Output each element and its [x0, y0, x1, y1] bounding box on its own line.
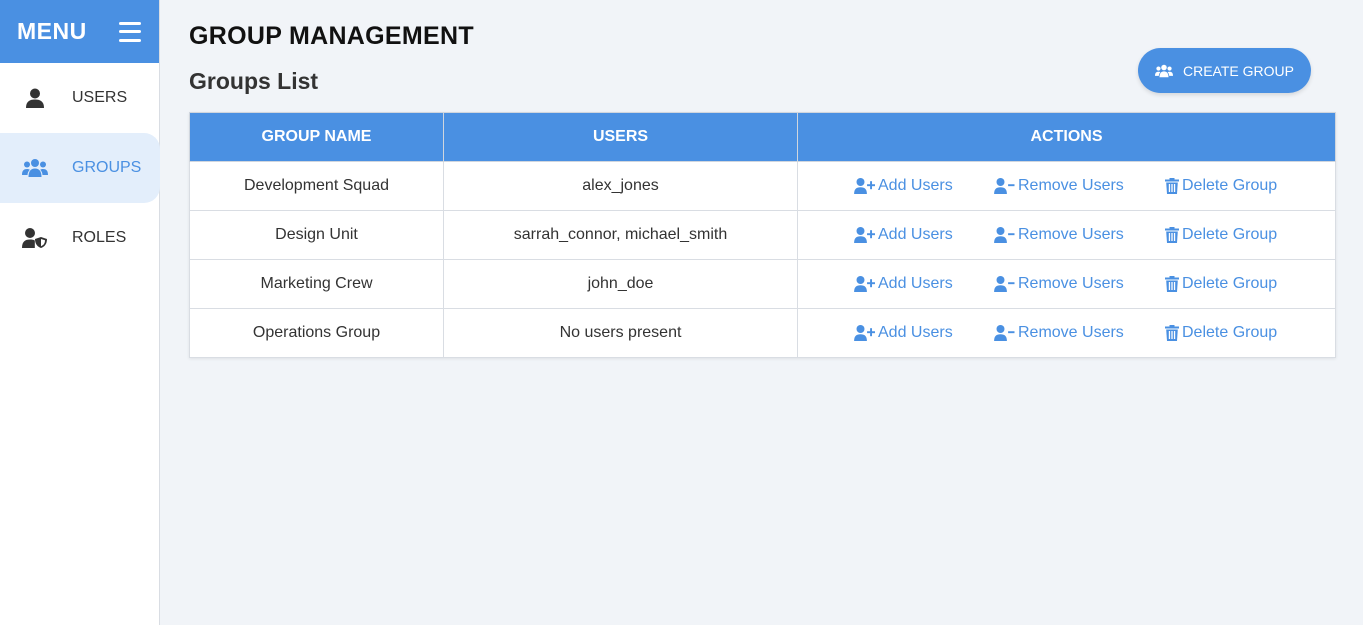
- remove-users-link[interactable]: Remove Users: [994, 275, 1165, 293]
- delete-group-link[interactable]: Delete Group: [1165, 226, 1277, 244]
- user-plus-icon: [854, 227, 875, 243]
- delete-group-label: Delete Group: [1182, 226, 1278, 243]
- actions-cell: Add Users Remove Users Delete Group: [797, 259, 1336, 309]
- user-shield-icon: [22, 227, 48, 249]
- add-users-label: Add Users: [878, 324, 953, 341]
- menu-header: MENU: [0, 0, 159, 63]
- group-users: sarrah_connor, michael_smith: [513, 226, 728, 243]
- sidebar-item-label: USERS: [72, 89, 128, 106]
- delete-group-link[interactable]: Delete Group: [1165, 275, 1277, 293]
- actions-cell: Add Users Remove Users Delete Group: [797, 161, 1336, 211]
- actions-cell: Add Users Remove Users Delete Group: [797, 308, 1336, 358]
- sidebar-item-users[interactable]: USERS: [0, 63, 160, 133]
- user-minus-icon: [994, 325, 1015, 341]
- group-name: Development Squad: [244, 177, 389, 194]
- add-users-link[interactable]: Add Users: [854, 226, 994, 244]
- add-users-label: Add Users: [878, 275, 953, 292]
- group-users: john_doe: [587, 275, 654, 292]
- add-users-link[interactable]: Add Users: [854, 324, 994, 342]
- table-row: Design Unit sarrah_connor, michael_smith…: [189, 210, 1336, 260]
- remove-users-link[interactable]: Remove Users: [994, 177, 1165, 195]
- delete-group-label: Delete Group: [1182, 177, 1278, 194]
- column-header-users: USERS: [443, 112, 798, 162]
- delete-group-link[interactable]: Delete Group: [1165, 324, 1277, 342]
- hamburger-menu-icon[interactable]: [119, 21, 141, 42]
- sidebar-item-groups[interactable]: GROUPS: [0, 133, 160, 203]
- sidebar-item-roles[interactable]: ROLES: [0, 203, 160, 273]
- trash-icon: [1165, 178, 1179, 194]
- sidebar: MENU USERS GROUPS ROLES: [0, 0, 160, 625]
- group-name-cell: Development Squad: [189, 161, 444, 211]
- sidebar-item-label: GROUPS: [72, 159, 142, 176]
- add-users-link[interactable]: Add Users: [854, 177, 994, 195]
- page-title: GROUP MANAGEMENT: [189, 22, 474, 50]
- users-group-icon: [22, 157, 48, 179]
- group-name-cell: Design Unit: [189, 210, 444, 260]
- column-header-group-name: GROUP NAME: [189, 112, 444, 162]
- create-group-label: CREATE GROUP: [1183, 62, 1294, 79]
- table-row: Operations Group No users present Add Us…: [189, 308, 1336, 358]
- column-header-actions: ACTIONS: [797, 112, 1336, 162]
- group-name: Operations Group: [252, 324, 381, 341]
- users-cell: john_doe: [443, 259, 798, 309]
- users-cell: alex_jones: [443, 161, 798, 211]
- trash-icon: [1165, 227, 1179, 243]
- user-minus-icon: [994, 276, 1015, 292]
- table-row: Development Squad alex_jones Add Users R…: [189, 161, 1336, 211]
- group-users: alex_jones: [582, 177, 659, 194]
- table-row: Marketing Crew john_doe Add Users Remove…: [189, 259, 1336, 309]
- users-group-icon: [1155, 64, 1173, 77]
- user-minus-icon: [994, 227, 1015, 243]
- users-cell: sarrah_connor, michael_smith: [443, 210, 798, 260]
- group-name-cell: Marketing Crew: [189, 259, 444, 309]
- sidebar-item-label: ROLES: [72, 229, 127, 246]
- add-users-label: Add Users: [878, 226, 953, 243]
- trash-icon: [1165, 276, 1179, 292]
- user-icon: [22, 87, 48, 109]
- add-users-label: Add Users: [878, 177, 953, 194]
- group-name: Design Unit: [275, 226, 358, 243]
- group-name: Marketing Crew: [260, 275, 373, 292]
- remove-users-label: Remove Users: [1018, 226, 1124, 243]
- table-header-row: GROUP NAME USERS ACTIONS: [189, 112, 1336, 162]
- create-group-button[interactable]: CREATE GROUP: [1138, 48, 1311, 93]
- menu-title: MENU: [17, 18, 87, 44]
- users-cell: No users present: [443, 308, 798, 358]
- remove-users-link[interactable]: Remove Users: [994, 226, 1165, 244]
- remove-users-label: Remove Users: [1018, 324, 1124, 341]
- trash-icon: [1165, 325, 1179, 341]
- groups-table: GROUP NAME USERS ACTIONS Development Squ…: [189, 112, 1336, 358]
- group-users: No users present: [559, 324, 682, 341]
- remove-users-link[interactable]: Remove Users: [994, 324, 1165, 342]
- user-plus-icon: [854, 276, 875, 292]
- user-minus-icon: [994, 178, 1015, 194]
- add-users-link[interactable]: Add Users: [854, 275, 994, 293]
- delete-group-link[interactable]: Delete Group: [1165, 177, 1277, 195]
- actions-cell: Add Users Remove Users Delete Group: [797, 210, 1336, 260]
- user-plus-icon: [854, 325, 875, 341]
- delete-group-label: Delete Group: [1182, 324, 1278, 341]
- remove-users-label: Remove Users: [1018, 275, 1124, 292]
- section-title: Groups List: [189, 68, 319, 94]
- remove-users-label: Remove Users: [1018, 177, 1124, 194]
- user-plus-icon: [854, 178, 875, 194]
- delete-group-label: Delete Group: [1182, 275, 1278, 292]
- group-name-cell: Operations Group: [189, 308, 444, 358]
